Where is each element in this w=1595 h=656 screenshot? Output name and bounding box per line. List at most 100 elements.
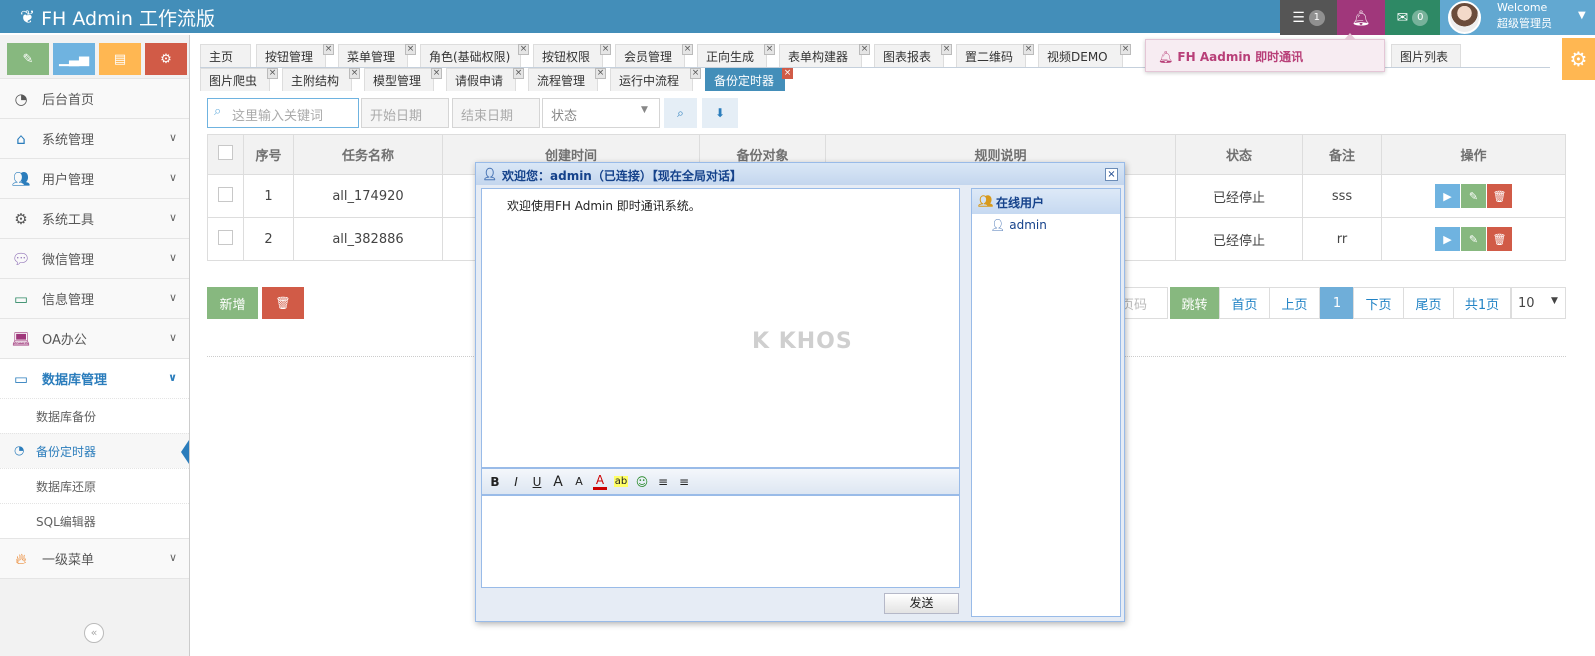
dialog-close-button[interactable]: × — [1105, 168, 1118, 181]
close-icon[interactable]: × — [764, 44, 775, 55]
sidebar-item-info[interactable]: ▭ 信息管理 ∨ — [0, 278, 189, 318]
sidebar-item-users[interactable]: 👥︎ 用户管理 ∨ — [0, 158, 189, 198]
sidebar-collapse-button[interactable]: « — [84, 623, 104, 643]
close-icon[interactable]: × — [600, 44, 611, 55]
bold-button[interactable]: B — [488, 475, 502, 489]
brand-logo[interactable]: ❦ FH Admin 工作流版 — [20, 4, 215, 31]
start-button[interactable]: ▶ — [1435, 184, 1460, 208]
unordered-list-button[interactable]: ≡ — [677, 475, 691, 489]
online-user-item[interactable]: 👤︎ admin — [972, 214, 1120, 232]
sidebar-item-wechat[interactable]: 💬︎ 微信管理 ∨ — [0, 238, 189, 278]
close-icon[interactable]: × — [518, 44, 529, 55]
mail-button[interactable]: ✉ 0 — [1385, 0, 1440, 35]
notify-button[interactable]: 🔔︎ — [1337, 0, 1385, 35]
close-icon[interactable]: × — [595, 68, 606, 79]
italic-button[interactable]: I — [509, 475, 523, 489]
close-icon[interactable]: × — [267, 68, 278, 79]
last-page-button[interactable]: 尾页 — [1403, 287, 1454, 319]
ordered-list-button[interactable]: ≡ — [656, 475, 670, 489]
select-all-checkbox[interactable] — [218, 145, 233, 160]
close-icon[interactable]: × — [431, 68, 442, 79]
sidebar-item-level1[interactable]: 🔥︎ 一级菜单 ∨ — [0, 538, 189, 578]
tab-menu-mgmt[interactable]: 菜单管理 × — [338, 44, 416, 67]
tab-button-mgmt[interactable]: 按钮管理 × — [256, 44, 334, 67]
close-icon[interactable]: × — [513, 68, 524, 79]
send-button[interactable]: 发送 — [884, 593, 959, 614]
sidebar-item-oa[interactable]: 💻︎ OA办公 ∨ — [0, 318, 189, 358]
sidebar-subitem-sql-editor[interactable]: SQL编辑器 — [0, 503, 189, 538]
tab-leave[interactable]: 请假申请 × — [446, 68, 524, 91]
emoticon-button[interactable]: ☺ — [635, 475, 649, 489]
shortcut-book-button[interactable]: ▤ — [99, 43, 141, 75]
export-button[interactable]: ⬇ — [702, 98, 738, 128]
shortcut-chart-button[interactable]: ▁▃▅ — [53, 43, 95, 75]
keyword-search-input[interactable]: ⌕ 这里输入关键词 — [207, 98, 359, 128]
tab-button-perm[interactable]: 按钮权限 × — [533, 44, 611, 67]
font-color-button[interactable]: A — [593, 473, 607, 490]
current-page[interactable]: 1 — [1320, 287, 1354, 319]
edit-button[interactable]: ✎ — [1461, 227, 1486, 251]
tab-master-detail[interactable]: 主附结构 × — [282, 68, 360, 91]
close-icon[interactable]: × — [690, 68, 701, 79]
close-icon[interactable]: × — [1120, 44, 1131, 55]
prev-page-button[interactable]: 上页 — [1269, 287, 1320, 319]
close-icon[interactable]: × — [859, 44, 870, 55]
tab-qrcode[interactable]: 置二维码 × — [956, 44, 1034, 67]
tab-charts[interactable]: 图表报表 × — [874, 44, 952, 67]
start-button[interactable]: ▶ — [1435, 227, 1460, 251]
status-select[interactable]: 状态 ▼ — [542, 98, 660, 128]
font-size-up-button[interactable]: A — [551, 474, 565, 490]
tab-image-list[interactable]: 图片列表 — [1391, 44, 1461, 67]
tab-video-demo[interactable]: 视频DEMO × — [1038, 44, 1131, 67]
tab-crawler[interactable]: 图片爬虫 × — [200, 68, 278, 91]
close-icon[interactable]: × — [941, 44, 952, 55]
row-checkbox[interactable] — [218, 186, 233, 202]
notification-popup[interactable]: 🔔︎ FH Aadmin 即时通讯 — [1145, 33, 1385, 72]
close-icon[interactable]: × — [405, 44, 416, 55]
start-date-input[interactable]: 开始日期 — [361, 98, 449, 128]
underline-button[interactable]: U — [530, 475, 544, 489]
add-button[interactable]: 新增 — [207, 287, 258, 319]
tab-home[interactable]: 主页 — [200, 44, 251, 67]
close-icon[interactable]: × — [1023, 44, 1034, 55]
tab-member[interactable]: 会员管理 × — [615, 44, 693, 67]
page-size-select[interactable]: 10 ▼ — [1511, 287, 1566, 319]
settings-gear-button[interactable]: ⚙ — [1562, 38, 1595, 80]
close-icon[interactable]: × — [323, 44, 334, 55]
edit-button[interactable]: ✎ — [1461, 184, 1486, 208]
jump-button[interactable]: 跳转 — [1170, 287, 1219, 319]
close-icon[interactable]: × — [349, 68, 360, 79]
end-date-input[interactable]: 结束日期 — [452, 98, 540, 128]
sidebar-item-database[interactable]: ▭ 数据库管理 ∨ — [0, 358, 189, 398]
user-menu[interactable]: Welcome 超级管理员 ▼ — [1440, 0, 1595, 35]
search-button[interactable]: ⌕ — [664, 98, 697, 128]
delete-button[interactable]: 🗑︎ — [1487, 184, 1512, 208]
shortcut-cogs-button[interactable]: ⚙ — [145, 43, 187, 75]
tasks-button[interactable]: ☰ 1 — [1280, 0, 1337, 35]
font-size-down-button[interactable]: A — [572, 475, 586, 488]
sidebar-item-system[interactable]: ⌂ 系统管理 ∨ — [0, 118, 189, 158]
tab-form-builder[interactable]: 表单构建器 × — [779, 44, 870, 67]
tab-role[interactable]: 角色(基础权限) × — [420, 44, 529, 67]
close-icon[interactable]: × — [682, 44, 693, 55]
batch-delete-button[interactable]: 🗑︎ — [262, 287, 304, 319]
message-editor[interactable] — [481, 495, 960, 588]
row-checkbox[interactable] — [218, 229, 233, 245]
tab-process-mgmt[interactable]: 流程管理 × — [528, 68, 606, 91]
sidebar-item-home[interactable]: ◔ 后台首页 — [0, 78, 189, 118]
close-icon[interactable]: × — [782, 68, 793, 79]
dialog-titlebar[interactable]: 👤︎ 欢迎您：admin（已连接）【现在全局对话】 — [476, 163, 1124, 185]
next-page-button[interactable]: 下页 — [1353, 287, 1404, 319]
sidebar-item-tools[interactable]: ⚙ 系统工具 ∨ — [0, 198, 189, 238]
sidebar-subitem-restore[interactable]: 数据库还原 — [0, 468, 189, 503]
sidebar-subitem-backup-timer[interactable]: ◔ 备份定时器 — [0, 433, 189, 468]
tab-codegen[interactable]: 正向生成 × — [697, 44, 775, 67]
first-page-button[interactable]: 首页 — [1219, 287, 1270, 319]
delete-button[interactable]: 🗑︎ — [1487, 227, 1512, 251]
tab-running-process[interactable]: 运行中流程 × — [610, 68, 701, 91]
shortcut-pencil-button[interactable]: ✎ — [7, 43, 49, 75]
tab-backup-timer[interactable]: 备份定时器 × — [705, 68, 793, 91]
tab-model-mgmt[interactable]: 模型管理 × — [364, 68, 442, 91]
highlight-button[interactable]: ab — [614, 476, 628, 487]
sidebar-subitem-backup[interactable]: 数据库备份 — [0, 398, 189, 433]
